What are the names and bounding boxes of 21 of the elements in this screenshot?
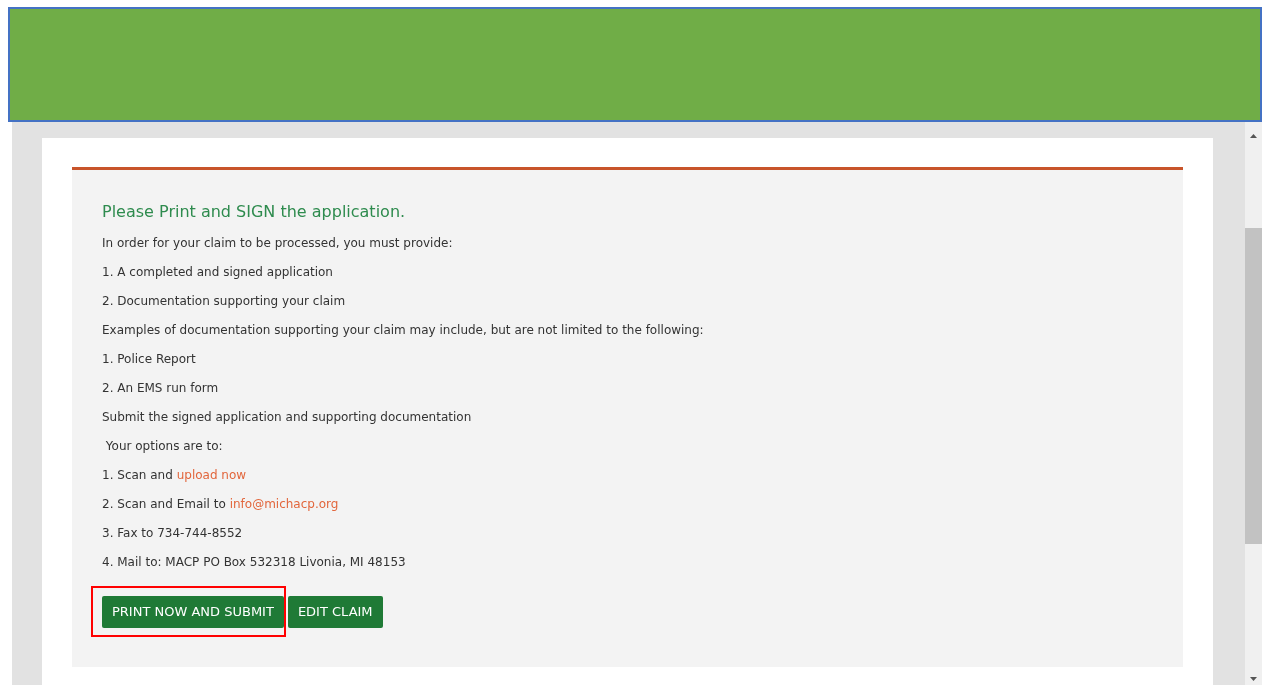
print-submit-button[interactable]: PRINT NOW AND SUBMIT <box>102 596 284 628</box>
scrollbar[interactable] <box>1245 122 1262 685</box>
instruction-text: 2. Scan and Email to info@michacp.org <box>102 496 339 513</box>
instruction-text: Examples of documentation supporting your claim may include, but are not limited to the following: <box>102 322 704 339</box>
instruction-text: 4. Mail to: MACP PO Box 532318 Livonia, MI 48153 <box>102 554 406 571</box>
link[interactable]: upload now <box>176 468 247 482</box>
instruction-text: 2. An EMS run form <box>102 380 219 397</box>
instruction-text: In order for your claim to be processed, you must provide: <box>102 235 453 252</box>
instruction-text: 3. Fax to 734-744-8552 <box>102 525 243 542</box>
link[interactable]: info@michacp.org <box>229 497 339 511</box>
scroll-down-icon[interactable] <box>1250 677 1257 681</box>
instruction-text: 1. Police Report <box>102 351 196 368</box>
scrollbar-thumb[interactable] <box>1245 228 1262 544</box>
instruction-text: 2. Documentation supporting your claim <box>102 293 346 310</box>
edit-claim-button[interactable]: EDIT CLAIM <box>287 596 383 628</box>
instruction-text: Submit the signed application and supporting documentation <box>102 409 472 426</box>
instruction-text: 1. A completed and signed application <box>102 264 333 281</box>
instruction-text: 1. Scan and upload now <box>102 467 247 484</box>
instruction-text: Your options are to: <box>104 438 223 455</box>
panel-heading: Please Print and SIGN the application. <box>102 201 406 223</box>
scroll-up-icon[interactable] <box>1250 134 1257 138</box>
